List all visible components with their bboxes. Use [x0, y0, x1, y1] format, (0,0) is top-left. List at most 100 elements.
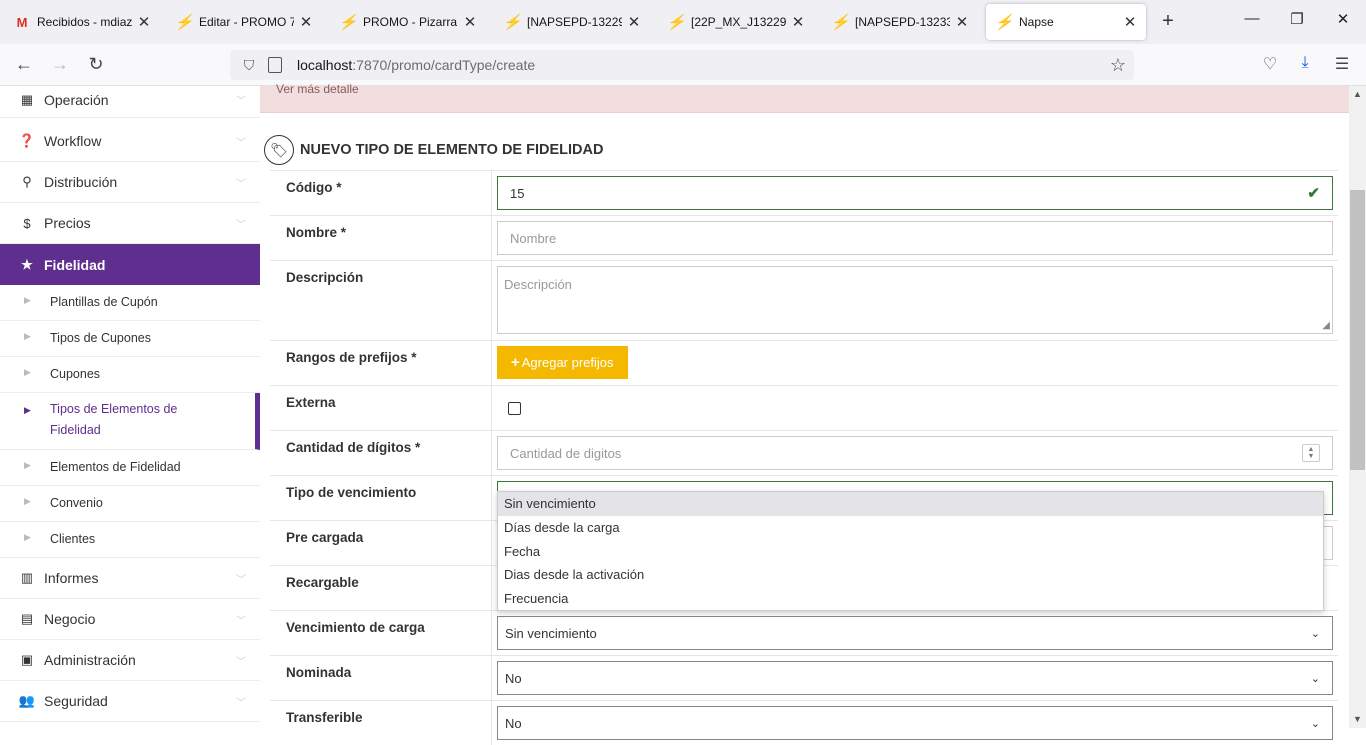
submenu-item-cupones[interactable]: ▶ Cupones: [0, 357, 260, 393]
bookmark-star-icon[interactable]: ☆: [1110, 55, 1126, 76]
chevron-down-icon: ﹀: [236, 178, 246, 190]
resize-grip-icon[interactable]: ◢: [1322, 320, 1330, 331]
submenu-item-plantillas[interactable]: ▶ Plantillas de Cupón: [0, 285, 260, 321]
chevron-down-icon: ﹀: [236, 615, 246, 627]
number-spinner[interactable]: ▲ ▼: [1302, 444, 1320, 462]
alert-link[interactable]: Ver más detalle: [276, 82, 359, 96]
form-row-nombre: Nombre * Nombre: [270, 215, 1338, 260]
caret-right-icon: ▶: [24, 532, 31, 542]
close-tab-icon[interactable]: ✕: [1122, 13, 1138, 31]
browser-tab[interactable]: ⚡ PROMO - Pizarra Ág ✕: [330, 4, 486, 40]
chevron-down-icon: ﹀: [236, 137, 246, 149]
submenu-item-elementos[interactable]: ▶ Elementos de Fidelidad: [0, 450, 260, 486]
minimize-icon[interactable]: —: [1242, 10, 1262, 27]
sidebar-item-seguridad[interactable]: 👥 Seguridad ﹀: [0, 681, 260, 722]
descripcion-textarea[interactable]: Descripción ◢: [497, 266, 1333, 334]
dropdown-option[interactable]: Frecuencia: [498, 587, 1323, 611]
dropdown-option[interactable]: Sin vencimiento: [498, 492, 1323, 516]
chevron-down-icon: ﹀: [236, 219, 246, 231]
map-marker-icon: ⚲: [22, 174, 32, 189]
gmail-icon: M: [16, 14, 28, 30]
tipo-vencimiento-dropdown: Sin vencimiento Días desde la carga Fech…: [497, 491, 1324, 612]
chevron-down-icon: ⌄: [1310, 627, 1320, 640]
codigo-input[interactable]: 15 ✔: [497, 176, 1333, 210]
browser-tab-active[interactable]: ⚡ Napse ✕: [986, 4, 1146, 40]
caret-right-icon: ▶: [24, 405, 31, 415]
submenu-item-tipos-cupones[interactable]: ▶ Tipos de Cupones: [0, 321, 260, 357]
url-bar[interactable]: ⛉ localhost:7870/promo/cardType/create ☆: [230, 50, 1134, 80]
pocket-icon[interactable]: ♡: [1259, 54, 1281, 74]
nominada-select[interactable]: No ⌄: [497, 661, 1333, 695]
chevron-down-icon: ﹀: [236, 656, 246, 668]
restore-icon[interactable]: ❐: [1287, 10, 1307, 28]
sidebar-item-operacion[interactable]: ▦ Operación ﹀: [0, 82, 260, 118]
forward-icon[interactable]: →: [49, 54, 71, 75]
reload-icon[interactable]: ↻: [85, 54, 107, 75]
grid-icon: ▦: [20, 91, 34, 107]
scroll-down-icon[interactable]: ▼: [1349, 711, 1366, 728]
externa-checkbox[interactable]: [508, 402, 521, 415]
page-icon: [268, 57, 282, 73]
bar-chart-icon: ▥: [20, 570, 34, 585]
sidebar-item-precios[interactable]: $ Precios ﹀: [0, 203, 260, 244]
browser-tab[interactable]: ⚡ [NAPSEPD-13229] [2 ✕: [494, 4, 650, 40]
submenu-item-clientes[interactable]: ▶ Clientes: [0, 522, 260, 558]
close-tab-icon[interactable]: ✕: [626, 13, 642, 31]
vencimiento-carga-select[interactable]: Sin vencimiento ⌄: [497, 616, 1333, 650]
browser-tab[interactable]: ⚡ [NAPSEPD-13233] [2 ✕: [822, 4, 978, 40]
page-scrollbar[interactable]: ▲ ▼: [1349, 86, 1366, 728]
page-title: 🏷 NUEVO TIPO DE ELEMENTO DE FIDELIDAD: [264, 135, 603, 165]
browser-nav-bar: ← → ↻ ⛉ localhost:7870/promo/cardType/cr…: [0, 44, 1366, 86]
scrollbar-thumb[interactable]: [1350, 190, 1365, 470]
browser-tab[interactable]: ⚡ Editar - PROMO 7.2 ✕: [166, 4, 322, 40]
close-tab-icon[interactable]: ✕: [954, 13, 970, 31]
close-tab-icon[interactable]: ✕: [462, 13, 478, 31]
new-tab-icon[interactable]: +: [1156, 10, 1180, 33]
transferible-select[interactable]: No ⌄: [497, 706, 1333, 740]
sidebar-item-administracion[interactable]: ▣ Administración ﹀: [0, 640, 260, 681]
cantidad-digitos-input[interactable]: Cantidad de digitos ▲ ▼: [497, 436, 1333, 470]
caret-right-icon: ▶: [24, 331, 31, 341]
sidebar-item-informes[interactable]: ▥ Informes ﹀: [0, 558, 260, 599]
close-window-icon[interactable]: ✕: [1333, 10, 1353, 28]
dropdown-option[interactable]: Días desde la carga: [498, 516, 1323, 540]
menu-icon[interactable]: ☰: [1331, 54, 1353, 74]
sidebar-item-negocio[interactable]: ▤ Negocio ﹀: [0, 599, 260, 640]
browser-tab[interactable]: ⚡ [22P_MX_J13229]_Af ✕: [658, 4, 814, 40]
shield-icon[interactable]: ⛉: [240, 57, 258, 74]
close-tab-icon[interactable]: ✕: [298, 13, 314, 31]
scroll-up-icon[interactable]: ▲: [1349, 86, 1366, 103]
sidebar: ▦ Operación ﹀ ❓ Workflow ﹀ ⚲ Distribució…: [0, 86, 260, 728]
url-text[interactable]: localhost:7870/promo/cardType/create: [297, 57, 535, 73]
agregar-prefijos-button[interactable]: + Agregar prefijos: [497, 346, 628, 379]
caret-right-icon: ▶: [24, 496, 31, 506]
caret-right-icon: ▶: [24, 367, 31, 377]
plus-icon: +: [511, 354, 520, 371]
form-row-transferible: Transferible No ⌄: [270, 700, 1338, 745]
close-tab-icon[interactable]: ✕: [790, 13, 806, 31]
sidebar-item-distribucion[interactable]: ⚲ Distribución ﹀: [0, 162, 260, 203]
form-row-rangos: Rangos de prefijos * + Agregar prefijos: [270, 340, 1338, 385]
dropdown-option[interactable]: Fecha: [498, 539, 1323, 563]
browser-tab[interactable]: M Recibidos - mdiazsc ✕: [4, 4, 160, 40]
sidebar-item-fidelidad[interactable]: ★ Fidelidad: [0, 244, 260, 285]
form-row-vencimiento-carga: Vencimiento de carga Sin vencimiento ⌄: [270, 610, 1338, 655]
app-icon: ⚡: [174, 14, 194, 31]
download-icon[interactable]: ⤓: [1294, 54, 1316, 72]
app-icon: ⚡: [830, 14, 850, 31]
main-content: Ver más detalle 🏷 NUEVO TIPO DE ELEMENTO…: [260, 82, 1349, 745]
form-row-cantidad: Cantidad de dígitos * Cantidad de digito…: [270, 430, 1338, 475]
app-icon: ⚡: [338, 14, 358, 31]
building-icon: ▤: [20, 611, 34, 626]
form-row-externa: Externa: [270, 385, 1338, 430]
nombre-input[interactable]: Nombre: [497, 221, 1333, 255]
submenu-item-convenio[interactable]: ▶ Convenio: [0, 486, 260, 522]
tag-icon: 🏷: [264, 135, 294, 165]
close-tab-icon[interactable]: ✕: [136, 13, 152, 31]
submenu-item-tipos-elementos[interactable]: ▶ Tipos de Elementos de Fidelidad: [0, 393, 260, 450]
chevron-down-icon: ⌄: [1310, 672, 1320, 685]
app-icon: ⚡: [666, 14, 686, 31]
sidebar-item-workflow[interactable]: ❓ Workflow ﹀: [0, 121, 260, 162]
back-icon[interactable]: ←: [13, 54, 35, 75]
dropdown-option[interactable]: Dias desde la activación: [498, 563, 1323, 587]
